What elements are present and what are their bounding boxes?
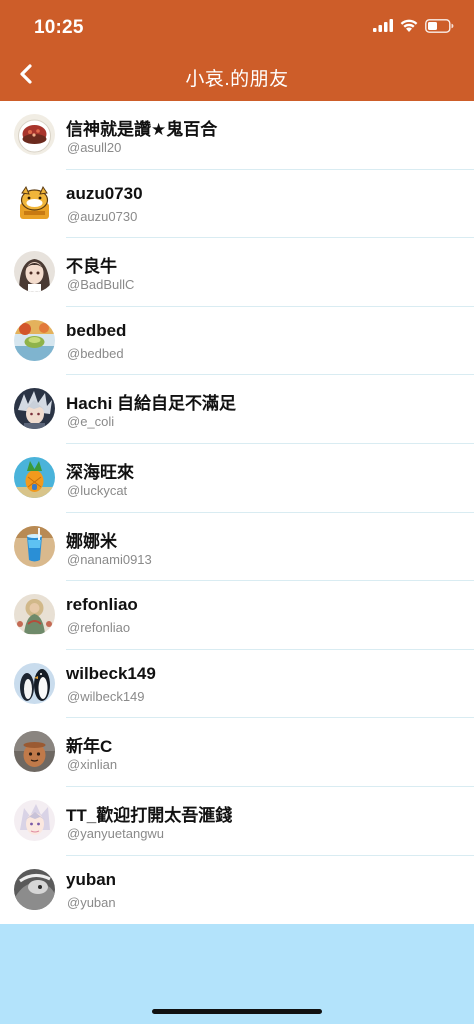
friend-name: refonliao <box>66 595 138 615</box>
friend-row[interactable]: 信神就是讚★鬼百合 @asull20 <box>0 101 474 170</box>
status-time: 10:25 <box>34 17 84 38</box>
friend-name: 信神就是讚★鬼百合 <box>66 120 218 139</box>
friend-row[interactable]: refonliao @refonliao <box>0 581 474 650</box>
friend-handle: @bedbed <box>67 345 124 361</box>
friend-name: yuban <box>66 869 117 889</box>
avatar[interactable] <box>14 525 55 567</box>
avatar[interactable] <box>14 319 55 361</box>
avatar[interactable] <box>14 182 55 224</box>
friend-row[interactable]: 娜娜米 @nanami0913 <box>0 513 474 582</box>
friend-name: bedbed <box>66 320 127 340</box>
avatar[interactable] <box>14 799 55 841</box>
wifi-icon <box>400 19 418 37</box>
avatar[interactable] <box>14 594 55 636</box>
avatar[interactable] <box>14 868 55 910</box>
friend-handle: @auzu0730 <box>67 208 138 224</box>
friend-handle: @xinlian <box>67 757 118 773</box>
avatar[interactable] <box>14 251 55 293</box>
friend-handle: @BadBullC <box>67 277 135 293</box>
avatar[interactable] <box>14 388 55 430</box>
friend-handle: @asull20 <box>67 140 122 155</box>
friend-row[interactable]: 不良牛 @BadBullC <box>0 238 474 307</box>
friend-name: 深海旺來 <box>66 462 134 482</box>
friend-name: 不良牛 <box>66 257 117 277</box>
cellular-signal-icon <box>373 19 393 37</box>
friend-row[interactable]: yuban @yuban <box>0 856 474 925</box>
friend-name: auzu0730 <box>66 183 143 203</box>
friend-row[interactable]: bedbed @bedbed <box>0 307 474 376</box>
friend-handle: @refonliao <box>67 620 131 636</box>
friend-handle: @luckycat <box>67 482 128 498</box>
avatar[interactable] <box>14 456 55 498</box>
status-bar: 10:25 <box>0 0 474 56</box>
friend-row[interactable]: wilbeck149 @wilbeck149 <box>0 650 474 719</box>
friend-name: wilbeck149 <box>66 663 156 683</box>
app-header: 10:25 小哀.的朋友 <box>0 0 474 101</box>
friend-handle: @yanyuetangwu <box>67 825 165 841</box>
friend-name: TT_歡迎打開太吾滙錢 <box>66 805 233 825</box>
friend-row[interactable]: Hachi 自給自足不滿足 @e_coli <box>0 375 474 444</box>
page-title: 小哀.的朋友 <box>185 69 289 90</box>
avatar[interactable] <box>14 114 55 155</box>
friend-handle: @nanami0913 <box>67 551 152 567</box>
friend-row[interactable]: auzu0730 @auzu0730 <box>0 170 474 239</box>
friend-row[interactable]: 新年C @xinlian <box>0 718 474 787</box>
friends-list: 信神就是讚★鬼百合 @asull20 auzu0730 @auzu0730 不良… <box>0 101 474 925</box>
friend-handle: @e_coli <box>67 414 115 430</box>
friend-name: Hachi 自給自足不滿足 <box>66 394 237 414</box>
friend-handle: @wilbeck149 <box>67 688 145 704</box>
avatar[interactable] <box>14 731 55 773</box>
friend-name: 新年C <box>66 737 113 757</box>
home-indicator <box>152 1009 322 1014</box>
battery-icon <box>425 18 454 38</box>
status-icons <box>373 18 454 38</box>
friend-name: 娜娜米 <box>66 531 117 551</box>
nav-bar: 小哀.的朋友 <box>0 56 474 101</box>
friend-row[interactable]: 深海旺來 @luckycat <box>0 444 474 513</box>
friend-handle: @yuban <box>67 894 116 910</box>
avatar[interactable] <box>14 662 55 704</box>
friend-row[interactable]: TT_歡迎打開太吾滙錢 @yanyuetangwu <box>0 787 474 856</box>
